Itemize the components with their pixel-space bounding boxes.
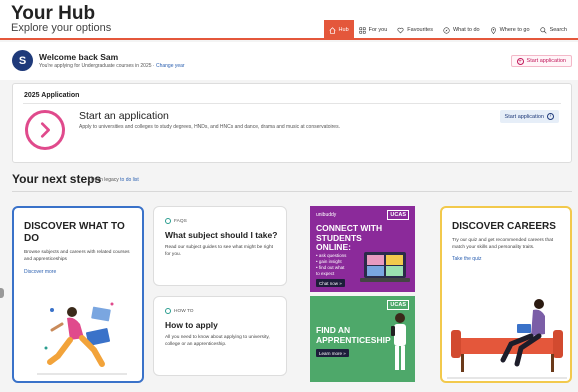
avatar: S (12, 50, 33, 71)
question-icon (165, 218, 171, 224)
card-description: Try our quiz and get recommended careers… (452, 238, 554, 250)
arrow-right-icon: › (547, 113, 554, 120)
compass-icon (443, 26, 450, 34)
application-year-title: 2025 Application (24, 92, 80, 99)
search-icon (539, 26, 547, 34)
card-title: How to apply (165, 320, 218, 330)
ad-headline: FIND AN APPRENTICESHIP (316, 325, 391, 345)
ad-brand: unibuddy (316, 212, 337, 218)
nav-item-what-to-do[interactable]: What to do (438, 20, 485, 40)
ad-headline: CONNECT WITH STUDENTS ONLINE: (316, 223, 383, 252)
card-title: What subject should I take? (165, 230, 278, 240)
discover-what-to-do-card[interactable]: DISCOVER WHAT TO DO Browse subjects and … (12, 206, 144, 383)
faq-subject-card[interactable]: FAQS What subject should I take? Read ou… (153, 206, 287, 286)
start-application-card-label: Start application (504, 113, 544, 120)
page-subtitle: Explore your options (11, 22, 112, 34)
card-description: Browse subjects and careers with related… (24, 250, 130, 262)
apprenticeship-ad[interactable]: UCAS FIND AN APPRENTICESHIP Learn more » (310, 296, 415, 382)
card-title: DISCOVER WHAT TO DO (24, 221, 125, 244)
discover-more-link[interactable]: Discover more (24, 269, 56, 275)
card-title: DISCOVER CAREERS (452, 221, 556, 232)
divider (12, 191, 572, 192)
take-quiz-link[interactable]: Take the quiz (452, 256, 481, 262)
welcome-title: Welcome back Sam (39, 52, 119, 62)
home-icon (328, 26, 336, 34)
location-pin-icon (490, 26, 497, 34)
card-description: Read our subject guides to see what migh… (165, 245, 273, 257)
unibuddy-ad[interactable]: unibuddy UCAS CONNECT WITH STUDENTS ONLI… (310, 206, 415, 292)
change-year-link[interactable]: Change year (156, 63, 185, 69)
nav-item-favourites[interactable]: Favourites (392, 20, 438, 40)
legacy-todo-link[interactable]: | Open legacy to do list (88, 177, 139, 183)
applying-text: You're applying for Undergraduate course… (39, 63, 155, 69)
person-laptop-illustration (37, 302, 127, 375)
start-application-card-button[interactable]: Start application › (499, 110, 559, 123)
legacy-link-prefix: | Open legacy (88, 177, 119, 183)
divider (23, 103, 561, 104)
application-description: Apply to universities and colleges to st… (79, 124, 340, 130)
card-tag: HOW TO (165, 308, 194, 314)
plus-icon: + (516, 57, 524, 65)
ucas-logo: UCAS (387, 210, 409, 220)
legacy-link-text: to do list (120, 177, 139, 183)
ad-bullets: • ask questions • gain insight • find ou… (316, 253, 346, 277)
card-tag: FAQS (165, 218, 187, 224)
ad-bullet: to expect (316, 271, 335, 276)
chevron-right-icon (25, 110, 65, 150)
nav-item-label: Where to go (499, 27, 530, 33)
info-icon (165, 308, 171, 314)
nav-item-label: Search (549, 27, 567, 33)
chat-now-button[interactable]: Chat now » (316, 279, 345, 287)
nav-item-label: Hub (338, 27, 349, 33)
card-description: All you need to know about applying to u… (165, 335, 270, 347)
discover-careers-card[interactable]: DISCOVER CAREERS Try our quiz and get re… (440, 206, 572, 383)
ucas-logo: UCAS (387, 300, 409, 310)
welcome-subtitle: You're applying for Undergraduate course… (39, 63, 185, 69)
start-application-label: Start application (526, 58, 566, 64)
nav-item-label: For you (368, 27, 388, 33)
side-scroll-handle[interactable] (0, 288, 4, 298)
welcome-banner: S Welcome back Sam You're applying for U… (0, 42, 578, 80)
application-card: 2025 Application Start an application Ap… (12, 83, 572, 163)
nav-item-where-to-go[interactable]: Where to go (485, 20, 535, 40)
app-header: Your Hub Explore your options Hub For yo… (0, 0, 578, 40)
nav-item-label: Favourites (407, 27, 433, 33)
tag-label: FAQS (174, 218, 187, 224)
nav-item-label: What to do (452, 27, 480, 33)
start-application-button[interactable]: + Start application (510, 55, 572, 67)
grid-icon (359, 26, 366, 34)
video-call-laptop-illustration (360, 252, 410, 282)
worker-illustration (391, 313, 406, 370)
how-to-apply-card[interactable]: HOW TO How to apply All you need to know… (153, 296, 287, 376)
nav-item-hub[interactable]: Hub (323, 20, 354, 40)
learn-more-button[interactable]: Learn more » (316, 349, 349, 357)
heart-icon (397, 27, 404, 34)
person-sofa-illustration (447, 299, 567, 379)
top-nav: Hub For you Favourites What to do Where … (323, 20, 572, 40)
tag-label: HOW TO (174, 308, 194, 314)
nav-item-search[interactable]: Search (535, 20, 572, 40)
application-title: Start an application (79, 110, 169, 122)
nav-item-for-you[interactable]: For you (354, 20, 393, 40)
